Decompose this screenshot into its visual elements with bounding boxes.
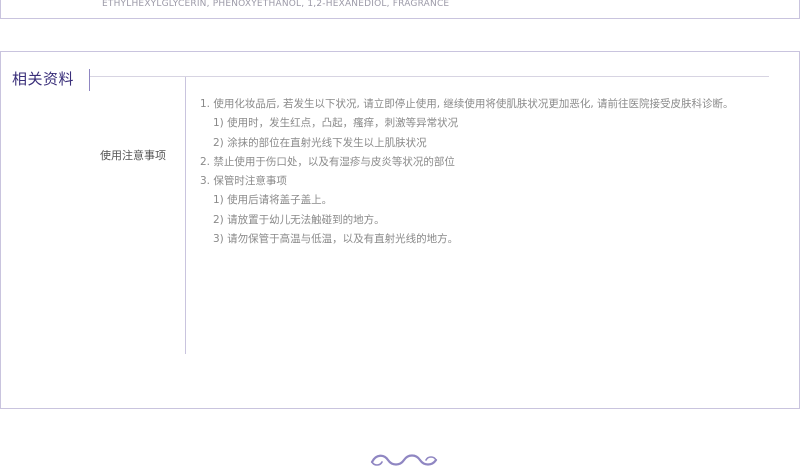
note-subitem: 1) 使用时，发生红点，凸起，瘙痒，刺激等异常状况 (213, 117, 459, 130)
note-item: 3. 保管时注意事项 (200, 175, 287, 188)
section-title: 相关资料 (12, 70, 75, 88)
note-subitem: 2) 请放置于幼儿无法触碰到的地方。 (213, 213, 385, 226)
label-column (90, 77, 186, 354)
ingredients-text: ETHYLHEXYLGLYCERIN, PHENOXYETHANOL, 1,2-… (102, 0, 450, 9)
swirl-ornament-icon (370, 454, 438, 466)
table-top-border (90, 76, 769, 77)
note-subitem: 3) 请勿保管于高温与低温，以及有直射光线的地方。 (213, 233, 459, 246)
note-item: 2. 禁止使用于伤口处，以及有湿疹与皮炎等状况的部位 (200, 155, 455, 168)
note-subitem: 1) 使用后请将盖子盖上。 (213, 194, 333, 207)
note-subitem: 2) 涂抹的部位在直射光线下发生以上肌肤状况 (213, 136, 427, 149)
note-item: 1. 使用化妆品后, 若发生以下状况, 请立即停止使用, 继续使用将使肌肤状况更… (200, 98, 734, 110)
usage-notes: 1. 使用化妆品后, 若发生以下状况, 请立即停止使用, 继续使用将使肌肤状况更… (200, 95, 790, 249)
row-label: 使用注意事项 (100, 149, 166, 162)
